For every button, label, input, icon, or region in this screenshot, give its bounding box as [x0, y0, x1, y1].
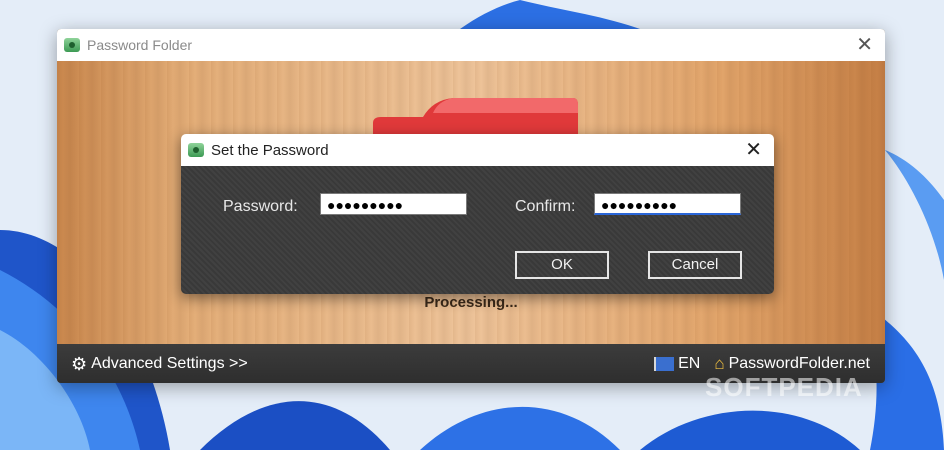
website-link[interactable]: PasswordFolder.net — [729, 355, 870, 373]
dialog-body: Password: ●●●●●●●●● Confirm: ●●●●●●●●● O… — [181, 166, 774, 294]
flag-icon — [654, 356, 675, 371]
close-icon[interactable]: ✕ — [856, 35, 873, 55]
ok-button[interactable]: OK — [515, 251, 609, 279]
green-camera-icon — [64, 38, 80, 52]
processing-status: Processing... — [424, 294, 518, 311]
language-selector[interactable]: EN — [678, 355, 700, 373]
green-camera-icon — [188, 143, 204, 157]
password-field[interactable]: ●●●●●●●●● — [320, 193, 467, 215]
cancel-button[interactable]: Cancel — [648, 251, 742, 279]
window-title: Password Folder — [87, 37, 193, 53]
gear-icon: ⚙ — [71, 353, 88, 374]
dialog-title: Set the Password — [211, 141, 329, 159]
home-icon: ⌂ — [714, 354, 725, 373]
confirm-label: Confirm: — [515, 198, 576, 215]
set-password-dialog: Set the Password ✕ Password: ●●●●●●●●● C… — [181, 134, 774, 294]
right-links: EN ⌂ PasswordFolder.net — [654, 355, 870, 373]
advanced-settings-link[interactable]: ⚙ Advanced Settings >> — [71, 355, 248, 373]
confirm-field[interactable]: ●●●●●●●●● — [594, 193, 741, 215]
dialog-close-icon[interactable]: ✕ — [745, 140, 762, 160]
red-folder-icon — [373, 98, 578, 135]
dialog-titlebar: Set the Password ✕ — [181, 134, 774, 166]
main-titlebar: Password Folder ✕ — [57, 29, 885, 61]
advanced-settings-label: Advanced Settings >> — [91, 354, 248, 372]
password-label: Password: — [223, 198, 298, 215]
softpedia-watermark: SOFTPEDIA — [705, 372, 863, 402]
